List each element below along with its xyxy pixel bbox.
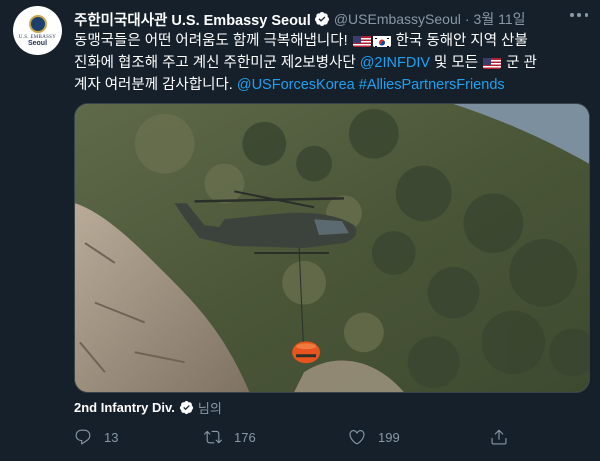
tweet-header: 주한미국대사관 U.S. Embassy Seoul @USEmbassySeo… (74, 9, 590, 29)
tweet-media-photo[interactable] (74, 103, 590, 393)
tweet-text-segment: 한국 동해안 지역 산불 (395, 33, 528, 49)
tweet-text-segment: 동맹국들은 어떤 어려움도 함께 극복해냅니다! (74, 33, 348, 49)
mention-link-usforceskorea[interactable]: @USForcesKorea (237, 77, 355, 93)
verified-badge-icon (314, 12, 329, 26)
mention-link-2infdiv[interactable]: @2INFDIV (360, 55, 430, 71)
tweet-text-segment: 및 모든 (434, 55, 479, 71)
media-attribution[interactable]: 2nd Infantry Div. 님의 (74, 398, 222, 416)
attribution-name[interactable]: 2nd Infantry Div. (74, 400, 175, 415)
handle[interactable]: @USEmbassySeoul (334, 11, 461, 27)
like-button[interactable]: 199 (348, 428, 400, 446)
tweet-line-1: 동맹국들은 어떤 어려움도 함께 극복해냅니다! 한국 동해안 지역 산불 (74, 30, 590, 52)
avatar-city-text: Seoul (27, 39, 48, 47)
display-name[interactable]: 주한미국대사관 U.S. Embassy Seoul (74, 9, 311, 30)
tweet-text-segment: 진화에 협조해 주고 계신 주한미군 제2보병사단 (74, 55, 356, 71)
korea-flag-icon (372, 34, 391, 47)
retweet-count: 176 (234, 429, 256, 445)
tweet-actions: 13 176 199 (74, 428, 590, 448)
water-bucket-icon (292, 341, 321, 364)
tweet-text-segment: 계자 여러분께 감사합니다. (74, 77, 233, 93)
verified-badge-icon (179, 400, 193, 414)
share-icon (491, 429, 507, 445)
heart-icon (349, 430, 365, 445)
reply-count: 13 (104, 429, 119, 445)
reply-icon (75, 429, 91, 445)
helicopter-photo-image (75, 104, 589, 392)
us-flag-icon (483, 56, 502, 69)
reply-button[interactable]: 13 (74, 428, 118, 446)
tweet-text: 동맹국들은 어떤 어려움도 함께 극복해냅니다! 한국 동해안 지역 산불 진화… (74, 30, 590, 96)
more-options-icon[interactable] (570, 13, 588, 19)
avatar[interactable]: U.S. EMBASSY Seoul (13, 6, 62, 55)
tweet-text-segment: 군 관 (506, 55, 537, 71)
tweet[interactable]: U.S. EMBASSY Seoul 주한미국대사관 U.S. Embassy … (0, 0, 600, 461)
us-flag-icon (352, 34, 371, 47)
retweet-button[interactable]: 176 (204, 428, 256, 446)
like-count: 199 (378, 429, 400, 445)
share-button[interactable] (490, 428, 508, 446)
tweet-line-3: 계자 여러분께 감사합니다. @USForcesKorea #AlliesPar… (74, 74, 590, 96)
attribution-suffix: 님의 (197, 400, 222, 416)
tweet-date[interactable]: 3월 11일 (474, 9, 526, 29)
retweet-icon (204, 430, 222, 444)
hashtag-link[interactable]: #AlliesPartnersFriends (359, 77, 505, 93)
embassy-seal-icon (28, 14, 47, 33)
tweet-line-2: 진화에 협조해 주고 계신 주한미군 제2보병사단 @2INFDIV 및 모든 … (74, 52, 590, 74)
separator-dot: · (464, 11, 470, 27)
